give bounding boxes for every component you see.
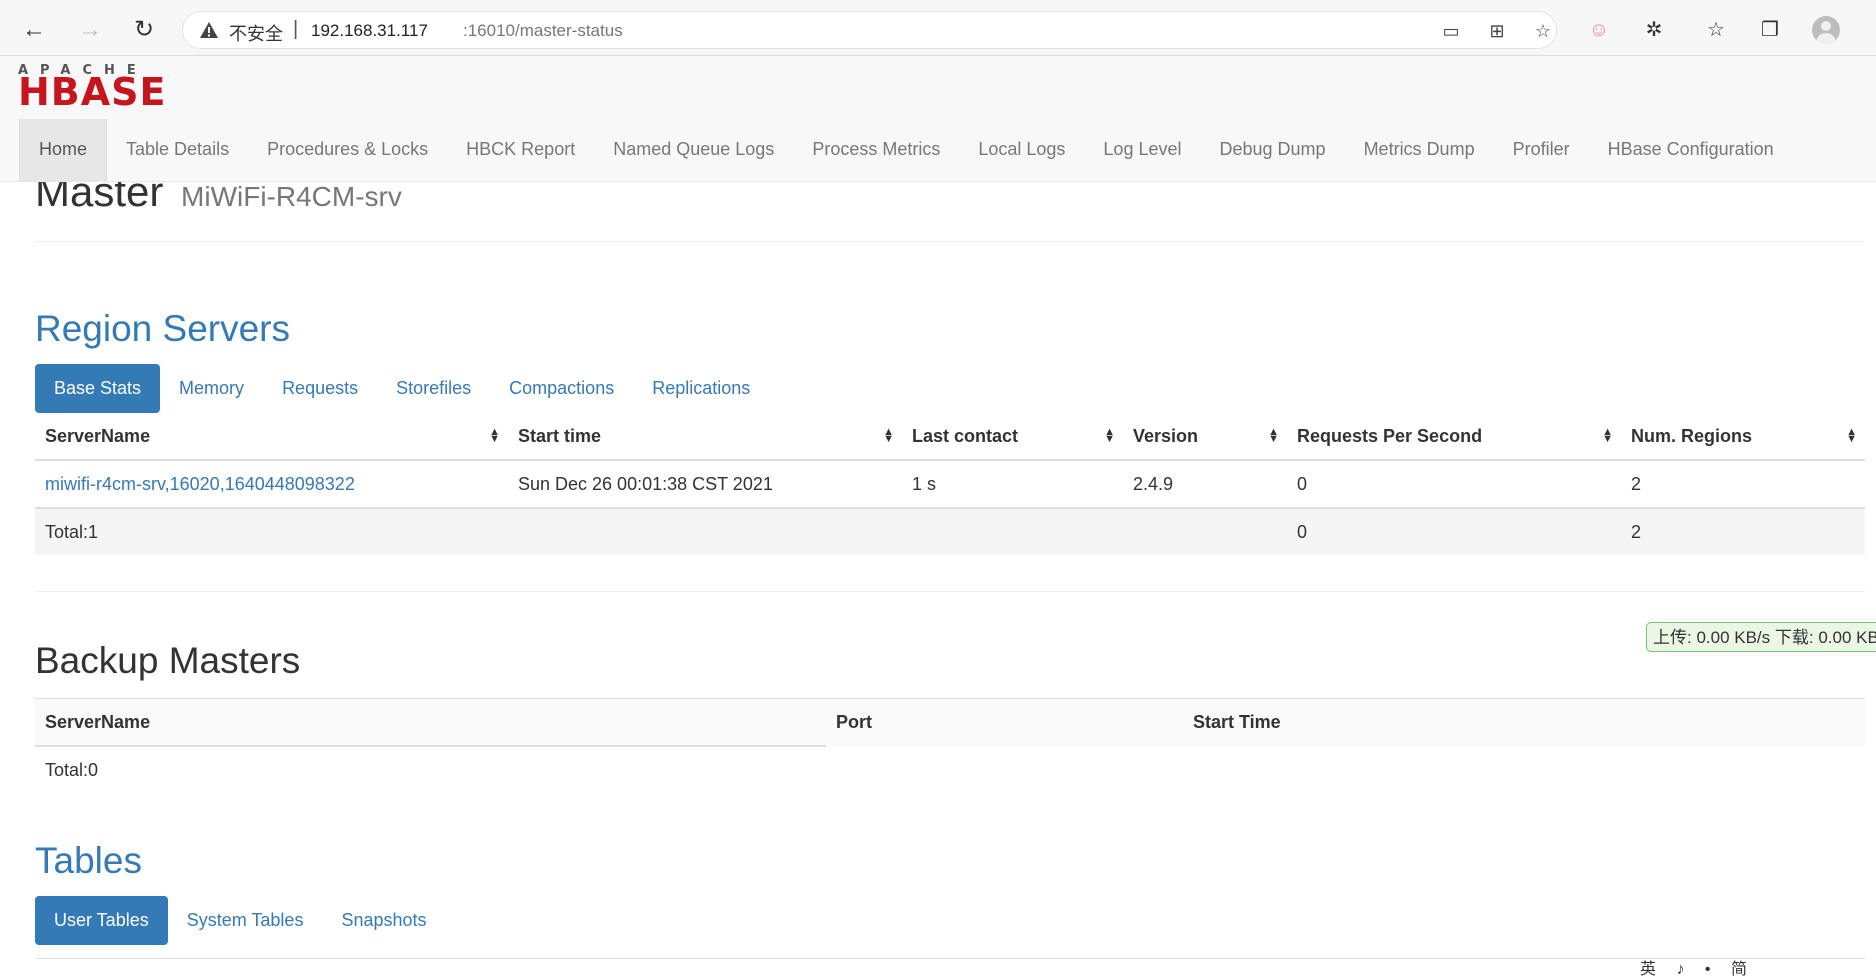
- collections-icon[interactable]: ❐: [1756, 16, 1784, 44]
- col-port: Port: [826, 698, 1183, 746]
- tab-user-tables[interactable]: User Tables: [35, 896, 168, 945]
- tab-replications[interactable]: Replications: [633, 364, 769, 413]
- table-row: miwifi-r4cm-srv,16020,1640448098322 Sun …: [35, 459, 1865, 508]
- forward-icon[interactable]: →: [74, 14, 106, 46]
- insecure-label[interactable]: 不安全: [229, 20, 283, 46]
- sort-icon[interactable]: ▲ ▼: [1602, 427, 1613, 445]
- menu-log-level[interactable]: Log Level: [1084, 119, 1200, 181]
- sort-icon[interactable]: ▲ ▼: [883, 427, 894, 445]
- total-rps: 0: [1287, 507, 1621, 555]
- cell-version: 2.4.9: [1123, 459, 1287, 508]
- sort-icon[interactable]: ▲ ▼: [1268, 427, 1279, 445]
- favorites-icon[interactable]: ☆: [1702, 16, 1730, 44]
- col-servername: ServerName: [35, 698, 826, 747]
- logo-hbase-text: HBASE: [18, 70, 167, 114]
- sort-icon[interactable]: ▲ ▼: [1104, 427, 1115, 445]
- divider: [35, 958, 1865, 959]
- table-header-row: ServerName Port Start Time: [35, 698, 1865, 747]
- main-menu: Home Table Details Procedures & Locks HB…: [19, 119, 1793, 181]
- sort-icon[interactable]: ▲ ▼: [489, 427, 500, 445]
- col-last-contact[interactable]: Last contact ▲ ▼: [902, 413, 1123, 461]
- backup-masters-table: ServerName Port Start Time Total:0: [35, 698, 1865, 793]
- network-speed-widget[interactable]: 上传: 0.00 KB/s 下载: 0.00 KB/s: [1646, 622, 1876, 652]
- table-header-row: ServerName ▲ ▼ Start time ▲ ▼ Last contact ▲ ▼…: [35, 413, 1865, 461]
- cell-start-time: Sun Dec 26 00:01:38 CST 2021: [508, 459, 902, 508]
- region-servers-table: ServerName ▲ ▼ Start time ▲ ▼ Last contact ▲ ▼…: [35, 413, 1865, 555]
- region-servers-heading[interactable]: Region Servers: [35, 308, 290, 350]
- total-regions: 2: [1621, 507, 1865, 555]
- profile-avatar[interactable]: [1812, 16, 1840, 44]
- tab-requests[interactable]: Requests: [263, 364, 377, 413]
- hbase-navbar: APACHE HBASE Home Table Details Procedur…: [0, 56, 1876, 182]
- menu-home[interactable]: Home: [19, 119, 108, 181]
- col-version[interactable]: Version ▲ ▼: [1123, 413, 1287, 461]
- total-row: Total:1 0 2: [35, 507, 1865, 555]
- menu-hbase-configuration[interactable]: HBase Configuration: [1589, 119, 1793, 181]
- tab-memory[interactable]: Memory: [160, 364, 263, 413]
- backup-masters-heading: Backup Masters: [35, 640, 301, 681]
- back-icon[interactable]: ←: [18, 14, 50, 46]
- extension-cat-icon[interactable]: ☺: [1585, 16, 1613, 44]
- total-row: Total:0: [35, 746, 1865, 793]
- total-label: Total:0: [45, 759, 99, 780]
- address-separator: |: [293, 18, 299, 40]
- address-bar[interactable]: 不安全 | 192.168.31.117 :16010/master-statu…: [182, 11, 1557, 49]
- tables-heading[interactable]: Tables: [35, 840, 142, 882]
- hbase-logo[interactable]: APACHE HBASE: [18, 63, 188, 111]
- warning-icon[interactable]: [199, 21, 219, 39]
- tab-system-tables[interactable]: System Tables: [168, 896, 323, 945]
- url-path[interactable]: :16010/master-status: [463, 21, 623, 41]
- menu-debug-dump[interactable]: Debug Dump: [1201, 119, 1345, 181]
- reload-icon[interactable]: ↻: [128, 14, 160, 46]
- extensions-icon[interactable]: ✲: [1640, 16, 1668, 44]
- menu-profiler[interactable]: Profiler: [1494, 119, 1589, 181]
- sort-icon[interactable]: ▲ ▼: [1846, 427, 1857, 445]
- col-servername[interactable]: ServerName ▲ ▼: [35, 413, 508, 461]
- region-servers-tabs: Base Stats Memory Requests Storefiles Co…: [35, 364, 769, 413]
- menu-metrics-dump[interactable]: Metrics Dump: [1345, 119, 1494, 181]
- col-start-time: Start Time: [1183, 698, 1865, 746]
- menu-local-logs[interactable]: Local Logs: [959, 119, 1084, 181]
- tab-snapshots[interactable]: Snapshots: [322, 896, 445, 945]
- menu-process-metrics[interactable]: Process Metrics: [793, 119, 959, 181]
- browser-toolbar: ← → ↻ 不安全 | 192.168.31.117 :16010/master…: [0, 0, 1876, 56]
- master-hostname: MiWiFi-R4CM-srv: [181, 181, 402, 212]
- menu-hbck-report[interactable]: HBCK Report: [447, 119, 594, 181]
- tables-tabs: User Tables System Tables Snapshots: [35, 896, 446, 945]
- divider: [35, 241, 1865, 242]
- url-host[interactable]: 192.168.31.117: [311, 21, 428, 41]
- menu-table-details[interactable]: Table Details: [107, 119, 248, 181]
- cell-num-regions: 2: [1621, 459, 1865, 508]
- total-label: Total:1: [35, 507, 508, 555]
- col-num-regions[interactable]: Num. Regions ▲ ▼: [1621, 413, 1865, 461]
- divider: [35, 591, 1865, 592]
- col-requests-per-second[interactable]: Requests Per Second ▲ ▼: [1287, 413, 1621, 461]
- ime-toolbar[interactable]: 英 ♪ • 简: [1640, 955, 1755, 979]
- cast-icon[interactable]: ▭: [1439, 19, 1463, 43]
- tab-base-stats[interactable]: Base Stats: [35, 364, 161, 413]
- server-link[interactable]: miwifi-r4cm-srv,16020,1640448098322: [45, 474, 355, 494]
- apps-icon[interactable]: ⊞: [1485, 19, 1509, 43]
- cell-last-contact: 1 s: [902, 459, 1123, 508]
- tab-compactions[interactable]: Compactions: [490, 364, 633, 413]
- menu-named-queue-logs[interactable]: Named Queue Logs: [594, 119, 793, 181]
- col-start-time[interactable]: Start time ▲ ▼: [508, 413, 902, 461]
- menu-procedures-locks[interactable]: Procedures & Locks: [248, 119, 447, 181]
- cell-requests-per-second: 0: [1287, 459, 1621, 508]
- add-favorite-icon[interactable]: ☆: [1531, 19, 1555, 43]
- tab-storefiles[interactable]: Storefiles: [377, 364, 490, 413]
